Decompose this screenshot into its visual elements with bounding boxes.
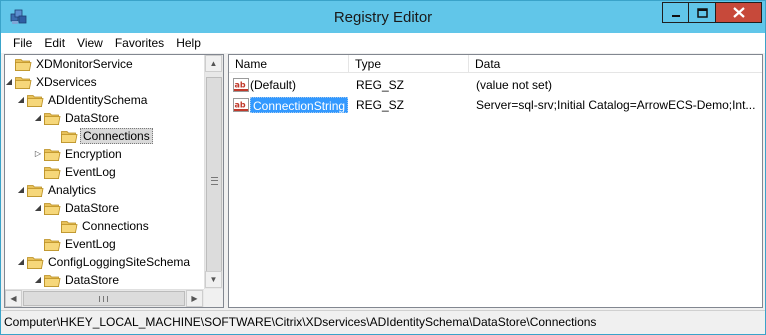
status-bar: Computer\HKEY_LOCAL_MACHINE\SOFTWARE\Cit…	[1, 310, 765, 334]
folder-icon	[15, 75, 32, 89]
scroll-down-arrow-icon[interactable]: ▼	[205, 271, 222, 288]
menu-file[interactable]: File	[7, 36, 38, 50]
tree-vertical-scroll-thumb[interactable]	[206, 77, 222, 285]
tree-vertical-scrollbar[interactable]: ▲ ▼	[204, 55, 223, 289]
tree-item-label[interactable]: ConfigLoggingSiteSchema	[46, 254, 192, 270]
value-type: REG_SZ	[356, 98, 405, 112]
string-value-icon: ab	[233, 97, 249, 113]
tree-item[interactable]: ▷ Encryption	[5, 145, 203, 163]
collapse-arrow-icon[interactable]: ◢	[34, 276, 42, 284]
close-button[interactable]	[716, 2, 762, 23]
scroll-right-arrow-icon[interactable]: ▶	[186, 290, 203, 307]
folder-icon	[27, 255, 44, 269]
tree-item[interactable]: EventLog	[5, 235, 203, 253]
list-header: Name Type Data	[229, 55, 762, 73]
folder-icon	[44, 237, 61, 251]
title-bar[interactable]: Registry Editor	[1, 1, 765, 33]
scroll-left-arrow-icon[interactable]: ◀	[5, 290, 22, 307]
tree-item-label[interactable]: EventLog	[63, 164, 118, 180]
value-type: REG_SZ	[356, 78, 405, 92]
tree-item-label[interactable]: DataStore	[63, 200, 121, 216]
minimize-button[interactable]	[662, 2, 689, 23]
key-tree: XDMonitorService ◢ XDservices ◢ ADIdentitySc…	[5, 55, 203, 289]
menu-bar: File Edit View Favorites Help	[1, 33, 765, 53]
tree-item-label[interactable]: XDservices	[34, 74, 99, 90]
value-data: Server=sql-srv;Initial Catalog=ArrowECS-…	[476, 98, 756, 112]
svg-text:ab: ab	[235, 101, 246, 110]
tree-item[interactable]: ◢ XDservices	[5, 73, 203, 91]
tree-item-label[interactable]: ADIdentitySchema	[46, 92, 149, 108]
scroll-up-arrow-icon[interactable]: ▲	[205, 55, 222, 72]
values-list-pane[interactable]: Name Type Data ab (Default) REG_SZ (value n…	[228, 54, 763, 308]
value-data: (value not set)	[476, 78, 553, 92]
column-header-data[interactable]: Data	[469, 55, 762, 73]
folder-icon	[44, 147, 61, 161]
tree-item-label[interactable]: DataStore	[63, 272, 121, 288]
registry-value-row[interactable]: ab (Default) REG_SZ (value not set)	[229, 75, 762, 95]
maximize-button[interactable]	[689, 2, 716, 23]
minimize-icon	[671, 14, 680, 17]
folder-icon	[61, 219, 78, 233]
collapse-arrow-icon[interactable]: ◢	[17, 258, 25, 266]
registry-value-row[interactable]: ab ConnectionString REG_SZ Server=sql-srv;I…	[229, 95, 762, 115]
tree-item[interactable]: ◢ DataStore	[5, 199, 203, 217]
scrollbar-corner	[204, 289, 223, 307]
registry-editor-window: Registry Editor File Edit View Favorites…	[0, 0, 766, 335]
collapse-arrow-icon[interactable]: ◢	[34, 204, 42, 212]
folder-icon	[44, 111, 61, 125]
string-value-icon: ab	[233, 77, 249, 93]
tree-item[interactable]: EventLog	[5, 163, 203, 181]
tree-item-label[interactable]: Connections	[80, 218, 151, 234]
tree-horizontal-scrollbar[interactable]: ◀ ▶	[5, 289, 204, 307]
grip-icon	[99, 296, 108, 302]
column-header-type[interactable]: Type	[349, 55, 469, 73]
tree-item[interactable]: ◢ Analytics	[5, 181, 203, 199]
folder-icon	[44, 201, 61, 215]
tree-item-label[interactable]: Encryption	[63, 146, 124, 162]
tree-item[interactable]: XDMonitorService	[5, 55, 203, 73]
folder-icon	[15, 57, 32, 71]
folder-icon	[27, 93, 44, 107]
folder-icon	[44, 165, 61, 179]
folder-icon	[27, 183, 44, 197]
tree-item[interactable]: ◢ DataStore	[5, 271, 203, 289]
menu-edit[interactable]: Edit	[38, 36, 71, 50]
tree-item-label[interactable]: Connections	[80, 128, 153, 144]
collapse-arrow-icon[interactable]: ◢	[5, 78, 13, 86]
expand-arrow-icon[interactable]: ▷	[34, 150, 42, 158]
tree-horizontal-scroll-thumb[interactable]	[23, 291, 185, 306]
tree-item[interactable]: Connections	[5, 217, 203, 235]
grip-icon	[211, 177, 218, 185]
maximize-icon	[696, 7, 708, 18]
tree-item-label[interactable]: Analytics	[46, 182, 98, 198]
tree-item-label[interactable]: EventLog	[63, 236, 118, 252]
window-title: Registry Editor	[333, 9, 433, 26]
tree-item-label[interactable]: XDMonitorService	[34, 56, 135, 72]
menu-view[interactable]: View	[71, 36, 109, 50]
key-tree-pane[interactable]: XDMonitorService ◢ XDservices ◢ ADIdentitySc…	[4, 54, 224, 308]
folder-icon	[44, 273, 61, 287]
column-header-name[interactable]: Name	[229, 55, 349, 73]
svg-text:ab: ab	[235, 81, 246, 90]
menu-favorites[interactable]: Favorites	[109, 36, 170, 50]
tree-item[interactable]: ◢ DataStore	[5, 109, 203, 127]
value-name[interactable]: ConnectionString	[250, 97, 349, 113]
current-key-path: Computer\HKEY_LOCAL_MACHINE\SOFTWARE\Cit…	[4, 315, 597, 329]
value-name[interactable]: (Default)	[250, 77, 296, 93]
tree-item-label[interactable]: DataStore	[63, 110, 121, 126]
tree-item[interactable]: ◢ ADIdentitySchema	[5, 91, 203, 109]
tree-item[interactable]: Connections	[5, 127, 203, 145]
close-icon	[732, 7, 745, 18]
menu-help[interactable]: Help	[170, 36, 207, 50]
collapse-arrow-icon[interactable]: ◢	[17, 186, 25, 194]
collapse-arrow-icon[interactable]: ◢	[34, 114, 42, 122]
tree-item[interactable]: ◢ ConfigLoggingSiteSchema	[5, 253, 203, 271]
collapse-arrow-icon[interactable]: ◢	[17, 96, 25, 104]
folder-icon	[61, 129, 78, 143]
